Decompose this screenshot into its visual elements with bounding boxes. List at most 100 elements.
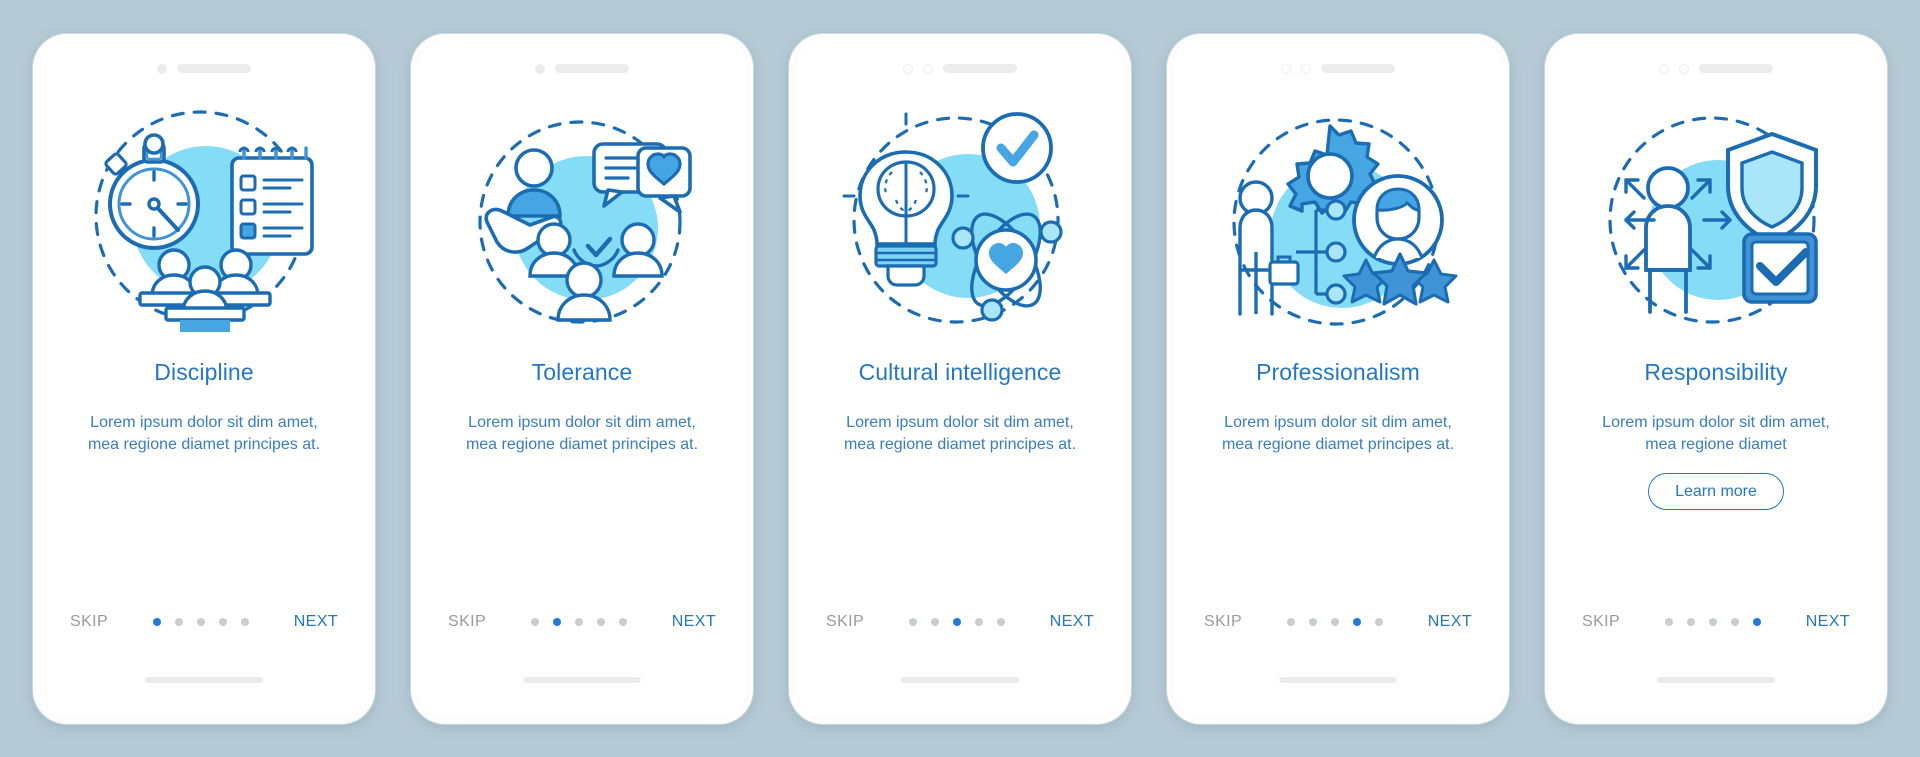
speaker-bar-icon: [1321, 64, 1395, 73]
sensor-dot-icon: [1301, 63, 1311, 74]
page-title: Cultural intelligence: [858, 358, 1062, 385]
illustration-cultural-intelligence: [796, 91, 1124, 341]
page-title: Discipline: [154, 358, 254, 385]
home-indicator-bar: [1657, 676, 1775, 683]
skip-button[interactable]: SKIP: [1582, 613, 1620, 631]
pagination-dot-1[interactable]: [152, 617, 161, 626]
phone-notch-5: [1552, 41, 1880, 85]
next-button[interactable]: NEXT: [1428, 613, 1472, 631]
phone-notch-1: [40, 41, 368, 85]
onboarding-screen-5: Responsibility Lorem ipsum dolor sit dim…: [1545, 33, 1887, 724]
skip-button[interactable]: SKIP: [1204, 613, 1242, 631]
pagination-dot-4[interactable]: [596, 617, 605, 626]
onboarding-screen-1: Discipline Lorem ipsum dolor sit dim ame…: [33, 33, 375, 724]
phone-screen-2: Tolerance Lorem ipsum dolor sit dim amet…: [418, 40, 746, 717]
pagination-dot-2[interactable]: [552, 617, 561, 626]
onboarding-screen-4: Professionalism Lorem ipsum dolor sit di…: [1167, 33, 1509, 724]
next-button[interactable]: NEXT: [672, 613, 716, 631]
onboarding-nav-1: SKIP NEXT: [40, 613, 368, 631]
onboarding-screen-3: Cultural intelligence Lorem ipsum dolor …: [789, 33, 1131, 724]
camera-dot-icon: [157, 63, 167, 74]
skip-button[interactable]: SKIP: [826, 613, 864, 631]
onboarding-screens-stage: Discipline Lorem ipsum dolor sit dim ame…: [0, 0, 1920, 757]
page-description: Lorem ipsum dolor sit dim amet, mea regi…: [87, 413, 321, 454]
pagination-dot-5[interactable]: [618, 617, 627, 626]
onboarding-screen-2: Tolerance Lorem ipsum dolor sit dim amet…: [411, 33, 753, 724]
pagination-dots: [1286, 617, 1383, 626]
next-button[interactable]: NEXT: [1806, 613, 1850, 631]
phone-screen-4: Professionalism Lorem ipsum dolor sit di…: [1174, 40, 1502, 717]
hand-people-chat-heart-icon: [478, 119, 692, 324]
pagination-dot-1[interactable]: [530, 617, 539, 626]
pagination-dot-5[interactable]: [1752, 617, 1761, 626]
next-button[interactable]: NEXT: [1050, 613, 1094, 631]
pagination-dots: [908, 617, 1005, 626]
pagination-dot-1[interactable]: [908, 617, 917, 626]
home-indicator-bar: [1279, 676, 1397, 683]
camera-dot-icon: [535, 63, 545, 74]
illustration-discipline: [40, 91, 368, 341]
pagination-dot-4[interactable]: [1352, 617, 1361, 626]
pagination-dot-2[interactable]: [174, 617, 183, 626]
pagination-dot-2[interactable]: [1308, 617, 1317, 626]
home-indicator-bar: [523, 676, 641, 683]
onboarding-nav-4: SKIP NEXT: [1174, 613, 1502, 631]
pagination-dot-5[interactable]: [996, 617, 1005, 626]
phone-screen-1: Discipline Lorem ipsum dolor sit dim ame…: [40, 40, 368, 717]
speaker-bar-icon: [943, 64, 1017, 73]
pagination-dot-1[interactable]: [1286, 617, 1295, 626]
pagination-dots: [530, 617, 627, 626]
sensor-dot-icon: [923, 63, 933, 74]
phone-screen-5: Responsibility Lorem ipsum dolor sit dim…: [1552, 40, 1880, 717]
person-shield-checkbox-arrows-icon: [1608, 115, 1818, 324]
camera-dot-icon: [1281, 63, 1291, 74]
page-title: Tolerance: [531, 358, 633, 385]
camera-dot-icon: [903, 63, 913, 74]
home-indicator-bar: [145, 676, 263, 683]
page-title: Professionalism: [1256, 358, 1420, 385]
businessman-gear-stars-avatar-icon: [1232, 117, 1458, 326]
illustration-responsibility: [1552, 91, 1880, 341]
pagination-dot-4[interactable]: [1730, 617, 1739, 626]
speaker-bar-icon: [555, 64, 629, 73]
page-title: Responsibility: [1644, 358, 1788, 385]
pagination-dot-5[interactable]: [1374, 617, 1383, 626]
stopwatch-checklist-team-icon: [94, 109, 314, 332]
phone-notch-3: [796, 41, 1124, 85]
skip-button[interactable]: SKIP: [448, 613, 486, 631]
pagination-dots: [1664, 617, 1761, 626]
page-description: Lorem ipsum dolor sit dim amet, mea regi…: [843, 413, 1077, 454]
brain-bulb-atom-check-icon: [842, 111, 1063, 324]
pagination-dot-3[interactable]: [196, 617, 205, 626]
pagination-dots: [152, 617, 249, 626]
pagination-dot-3[interactable]: [1708, 617, 1717, 626]
pagination-dot-3[interactable]: [952, 617, 961, 626]
pagination-dot-3[interactable]: [574, 617, 583, 626]
phone-screen-3: Cultural intelligence Lorem ipsum dolor …: [796, 40, 1124, 717]
page-description: Lorem ipsum dolor sit dim amet, mea regi…: [1221, 413, 1455, 454]
page-description: Lorem ipsum dolor sit dim amet, mea regi…: [465, 413, 699, 454]
illustration-tolerance: [418, 91, 746, 341]
pagination-dot-2[interactable]: [1686, 617, 1695, 626]
onboarding-nav-5: SKIP NEXT: [1552, 613, 1880, 631]
next-button[interactable]: NEXT: [294, 613, 338, 631]
phone-notch-4: [1174, 41, 1502, 85]
page-description: Lorem ipsum dolor sit dim amet, mea regi…: [1602, 413, 1830, 454]
learn-more-button[interactable]: Learn more: [1648, 472, 1784, 511]
pagination-dot-2[interactable]: [930, 617, 939, 626]
phone-notch-2: [418, 41, 746, 85]
onboarding-nav-3: SKIP NEXT: [796, 613, 1124, 631]
pagination-dot-3[interactable]: [1330, 617, 1339, 626]
camera-dot-icon: [1659, 63, 1669, 74]
illustration-professionalism: [1174, 91, 1502, 341]
speaker-bar-icon: [177, 64, 251, 73]
home-indicator-bar: [901, 676, 1019, 683]
pagination-dot-4[interactable]: [218, 617, 227, 626]
speaker-bar-icon: [1699, 64, 1773, 73]
onboarding-nav-2: SKIP NEXT: [418, 613, 746, 631]
sensor-dot-icon: [1679, 63, 1689, 74]
pagination-dot-5[interactable]: [240, 617, 249, 626]
skip-button[interactable]: SKIP: [70, 613, 108, 631]
pagination-dot-4[interactable]: [974, 617, 983, 626]
pagination-dot-1[interactable]: [1664, 617, 1673, 626]
